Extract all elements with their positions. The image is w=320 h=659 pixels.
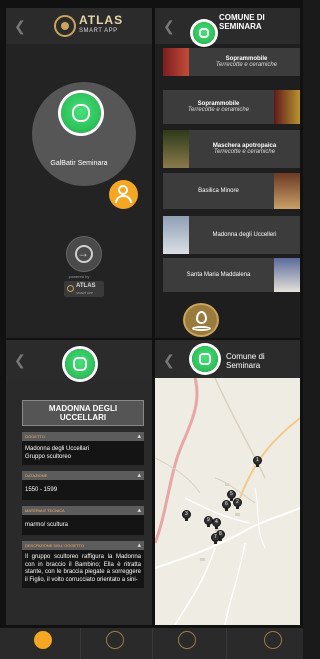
map-pin-icon[interactable]: 7: [211, 533, 220, 544]
chevron-up-icon: ▴: [137, 433, 141, 440]
item-subtitle: Terrecotte e ceramiche: [215, 62, 278, 68]
section-body: marmo/ scultura: [22, 515, 144, 535]
top-bar: ❮ ATLAS SMART APP: [6, 8, 152, 44]
login-button[interactable]: →: [66, 236, 102, 272]
section-label: OGGETTO: [25, 434, 45, 439]
item-title: Santa Maria Maddalena: [186, 272, 251, 278]
user-name: GalBatir Seminara: [50, 160, 108, 167]
map-pin-icon[interactable]: 4: [212, 518, 221, 529]
atlas-logo-icon: [54, 15, 76, 37]
map-pin-icon[interactable]: [183, 303, 219, 337]
comune-list-screen: ❮ COMUNE DI SEMINARA Soprammobile Terrec…: [155, 8, 300, 338]
section-body: 1550 - 1599: [22, 480, 144, 500]
powered-by-logo: ATLAS SMART APP: [64, 281, 104, 297]
item-subtitle: Terrecotte e ceramiche: [187, 107, 250, 113]
section-label: DATAZIONE: [25, 473, 48, 478]
bottom-nav: [0, 628, 303, 659]
title-line-2: SEMINARA: [219, 22, 262, 31]
logo-text: ATLAS: [79, 13, 124, 27]
section-header-datazione[interactable]: DATAZIONE ▴: [22, 471, 144, 480]
nav-shop[interactable]: [178, 631, 196, 649]
app-screens-collage: ❮ ATLAS SMART APP GalBatir Seminara → po…: [0, 0, 303, 659]
app-logo-icon[interactable]: [65, 349, 95, 379]
artwork-title: MADONNA DEGLI UCCELLARI: [22, 400, 144, 426]
section-header-materia[interactable]: MATERIA E TECNICA ▴: [22, 506, 144, 515]
artwork-details: MADONNA DEGLI UCCELLARI OGGETTO ▴ Madonn…: [22, 400, 144, 588]
section-body: Madonna degli Uccellari Gruppo scultoreo: [22, 441, 144, 465]
section-label: DESCRIZIONE DELL'OGGETTO: [25, 543, 85, 548]
section-header-descrizione[interactable]: DESCRIZIONE DELL'OGGETTO ▴: [22, 541, 144, 550]
item-thumbnail: [163, 216, 189, 254]
item-thumbnail: [274, 90, 300, 124]
map-pin-icon[interactable]: 1: [253, 456, 262, 467]
back-chevron-icon[interactable]: ❮: [163, 18, 175, 35]
title-line-1: Comune di: [226, 352, 265, 361]
back-chevron-icon[interactable]: ❮: [14, 352, 26, 369]
item-subtitle: Terrecotte e ceramiche: [213, 149, 276, 155]
list-item[interactable]: Maschera apotropaica Terrecotte e cerami…: [163, 130, 300, 168]
chevron-up-icon: ▴: [137, 507, 141, 514]
chevron-up-icon: ▴: [137, 472, 141, 479]
list-item[interactable]: Santa Maria Maddalena: [163, 258, 300, 292]
title-line-1: COMUNE DI: [219, 13, 265, 22]
map-screen: ❮ Comune di Seminara 1 5 2 6 3 9 4 8 7: [155, 340, 300, 625]
item-thumbnail: [163, 48, 189, 76]
artwork-detail-screen: ❮ MADONNA DEGLI UCCELLARI OGGETTO ▴ Mado…: [6, 340, 152, 625]
app-logo-icon[interactable]: [61, 93, 101, 133]
map-pin-icon[interactable]: 3: [182, 510, 191, 521]
section-body: Il gruppo scultoreo raffigura la Madonna…: [22, 550, 144, 588]
ar-icon: [264, 631, 282, 649]
chevron-up-icon: ▴: [137, 542, 141, 549]
item-title: Madonna degli Uccelleri: [212, 232, 277, 238]
section-line: Madonna degli Uccellari: [25, 446, 90, 452]
list-item[interactable]: Soprammobile Terrecotte e ceramiche: [163, 48, 300, 76]
shop-icon: [178, 631, 196, 649]
map-pin-icon[interactable]: 2: [233, 498, 242, 509]
section-line: Il gruppo scultoreo raffigura la Madonna…: [25, 554, 141, 583]
back-chevron-icon[interactable]: ❮: [14, 18, 26, 35]
section-line: Gruppo scultoreo: [25, 454, 72, 460]
nav-map[interactable]: [106, 631, 124, 649]
powered-by-label: powered by: [68, 274, 90, 279]
nav-home[interactable]: [34, 631, 52, 649]
location-person-icon[interactable]: [109, 180, 138, 209]
list-item[interactable]: Soprammobile Terrecotte e ceramiche: [163, 90, 300, 124]
logo-subtitle: SMART APP: [79, 28, 118, 34]
app-logo-icon[interactable]: [192, 346, 218, 372]
app-logo-icon[interactable]: [193, 22, 215, 44]
list-item[interactable]: Madonna degli Uccelleri: [163, 216, 300, 254]
list-item[interactable]: Basilica Minore: [163, 173, 300, 209]
title-line-2: Seminara: [226, 361, 261, 370]
home-screen: ❮ ATLAS SMART APP GalBatir Seminara → po…: [6, 8, 152, 338]
back-chevron-icon[interactable]: ❮: [163, 352, 175, 369]
map-pin-icon[interactable]: 6: [222, 500, 231, 511]
item-thumbnail: [163, 130, 189, 168]
section-header-oggetto[interactable]: OGGETTO ▴: [22, 432, 144, 441]
section-label: MATERIA E TECNICA: [25, 508, 65, 513]
item-title: Basilica Minore: [198, 188, 239, 194]
page-title: Comune di Seminara: [226, 352, 265, 370]
item-thumbnail: [274, 258, 300, 292]
map-view[interactable]: 1 5 2 6 3 9 4 8 7: [155, 378, 300, 625]
mini-logo-sub: SMART APP: [76, 291, 94, 295]
item-thumbnail: [274, 173, 300, 209]
home-icon: [34, 631, 52, 649]
mini-logo-text: ATLAS: [76, 283, 96, 289]
section-line: 1550 - 1599: [25, 487, 58, 493]
nav-ar[interactable]: [264, 631, 282, 649]
section-line: marmo/ scultura: [25, 522, 69, 528]
map-icon: [106, 631, 124, 649]
page-title: COMUNE DI SEMINARA: [219, 13, 265, 31]
